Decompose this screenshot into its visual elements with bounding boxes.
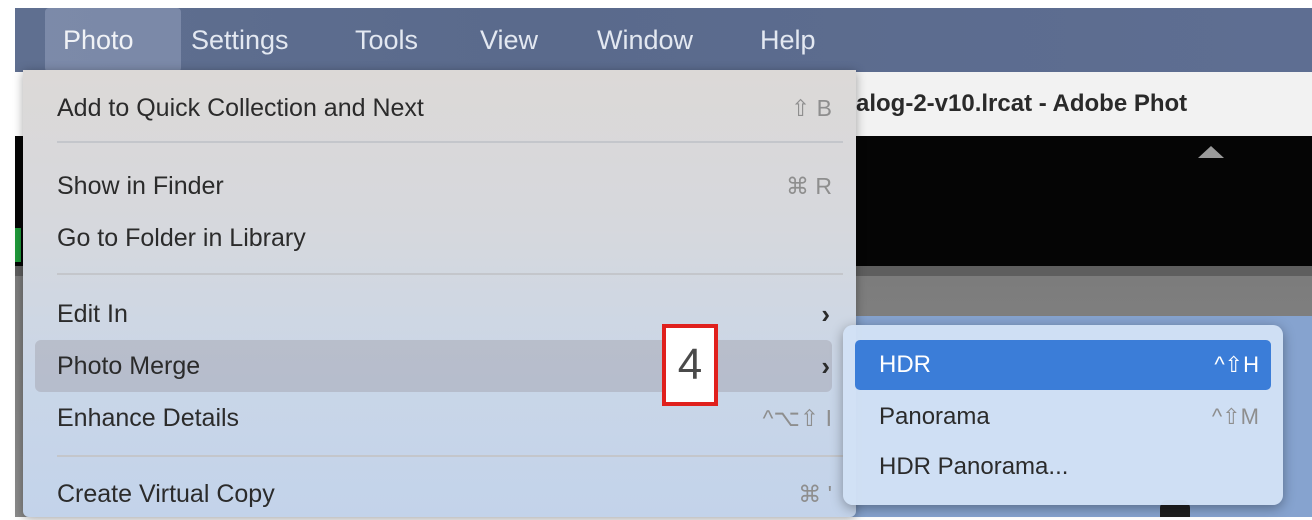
menu-separator [57,141,843,143]
menu-item-show-in-finder[interactable]: Show in Finder ⌘ R [35,160,832,212]
chevron-right-icon: › [821,351,830,381]
submenu-item-hdr-panorama[interactable]: HDR Panorama... [855,442,1271,492]
menu-item-label: Go to Folder in Library [57,224,306,252]
menu-item-label: Add to Quick Collection and Next [57,94,424,122]
menu-item-label: Create Virtual Copy [57,480,275,508]
menu-bar-help[interactable]: Help [760,8,816,72]
menu-item-shortcut: ⇧ B [790,95,832,121]
submenu-item-hdr[interactable]: HDR ^⇧H [855,340,1271,390]
app-window-titlebar: alog-2-v10.lrcat - Adobe Phot [840,72,1312,137]
step-annotation: 4 [662,324,718,406]
menu-bar: Photo Settings Tools View Window Help [15,8,1312,72]
menu-bar-photo[interactable]: Photo [45,8,181,72]
menu-item-label: Show in Finder [57,172,224,200]
submenu-item-label: HDR [879,351,931,378]
photo-menu: Add to Quick Collection and Next ⇧ B Sho… [23,70,856,517]
menu-item-add-to-quick-collection[interactable]: Add to Quick Collection and Next ⇧ B [35,82,832,134]
menu-separator [57,455,843,457]
menu-bar-window[interactable]: Window [597,8,693,72]
collapse-triangle-icon[interactable] [1198,146,1224,158]
submenu-item-shortcut: ^⇧H [1214,352,1259,377]
submenu-item-panorama[interactable]: Panorama ^⇧M [855,392,1271,442]
submenu-item-shortcut: ^⇧M [1211,404,1259,429]
menu-separator [57,273,843,275]
submenu-item-label: HDR Panorama... [879,453,1069,480]
menu-bar-settings[interactable]: Settings [191,8,289,72]
submenu-item-label: Panorama [879,403,990,430]
menu-item-go-to-folder[interactable]: Go to Folder in Library [35,212,832,264]
app-window-title: alog-2-v10.lrcat - Adobe Phot [856,90,1188,117]
menu-bar-tools[interactable]: Tools [355,8,418,72]
menu-item-label: Enhance Details [57,404,240,432]
menu-item-label: Photo Merge [57,352,201,380]
menu-item-create-virtual-copy[interactable]: Create Virtual Copy ⌘ ' [35,468,832,520]
menu-bar-view[interactable]: View [480,8,538,72]
green-indicator [15,228,21,262]
menu-item-shortcut: ⌘ R [786,173,832,199]
chevron-right-icon: › [821,299,830,329]
menu-item-label: Edit In [57,300,128,328]
photo-merge-submenu: HDR ^⇧H Panorama ^⇧M HDR Panorama... [843,325,1283,505]
menu-item-shortcut: ⌘ ' [798,481,832,507]
menu-item-shortcut: ^⌥⇧ I [762,405,832,431]
